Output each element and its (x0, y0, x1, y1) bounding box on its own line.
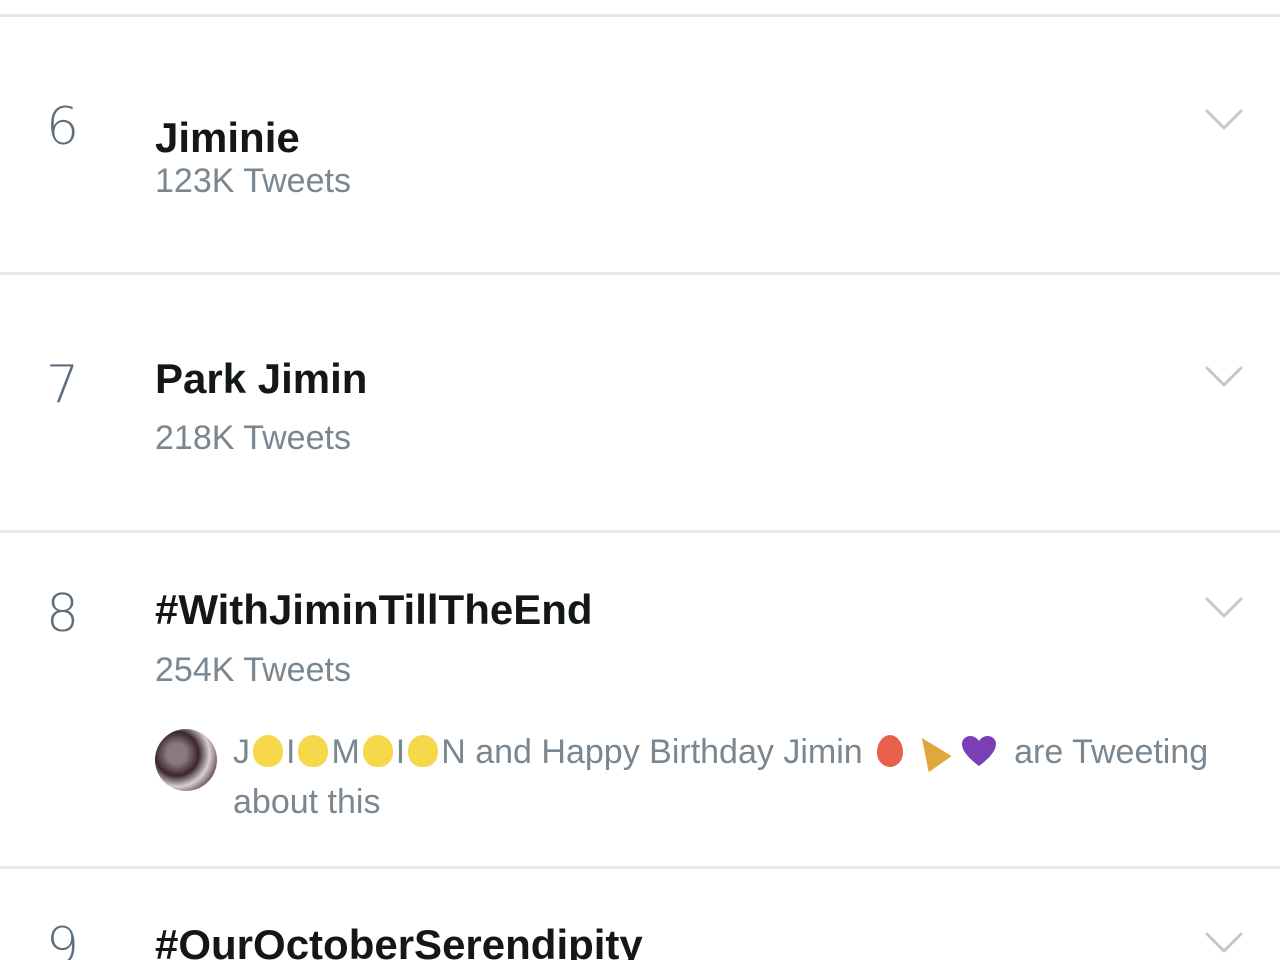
trend-rank: 7 (46, 355, 80, 415)
chick-emoji-icon (408, 735, 439, 768)
chick-emoji-icon (362, 735, 393, 768)
trend-rank: 8 (46, 584, 80, 644)
trend-rank: 9 (46, 917, 80, 960)
balloon-emoji-icon (876, 735, 903, 768)
trend-tweet-count: 254K Tweets (155, 651, 351, 689)
trend-context: JIMIN and Happy Birthday Jimin are Tweet… (155, 727, 1215, 837)
chick-emoji-icon (298, 735, 329, 768)
chevron-down-icon[interactable] (1204, 364, 1244, 390)
context-letter: J (233, 733, 250, 771)
context-text-after: and Happy Birthday Jimin (465, 733, 863, 771)
trend-context-text: JIMIN and Happy Birthday Jimin are Tweet… (233, 727, 1213, 827)
avatar[interactable] (155, 729, 217, 791)
trend-name: Park Jimin (155, 355, 368, 402)
trend-name: #OurOctoberSerendipity (155, 921, 643, 960)
trend-name: #WithJiminTillTheEnd (155, 586, 593, 633)
context-letter: I (286, 733, 296, 771)
trend-item-9[interactable]: 9 #OurOctoberSerendipity (0, 869, 1280, 960)
chevron-down-icon[interactable] (1204, 930, 1244, 956)
trend-item-6[interactable]: 6 Jiminie 123K Tweets (0, 17, 1280, 272)
trend-name: Jiminie (155, 114, 300, 161)
purple-heart-emoji-icon (961, 736, 996, 767)
context-letter: M (331, 733, 360, 771)
trend-tweet-count: 218K Tweets (155, 419, 351, 457)
trend-tweet-count: 123K Tweets (155, 162, 351, 200)
chevron-down-icon[interactable] (1204, 107, 1244, 133)
trend-item-8[interactable]: 8 #WithJiminTillTheEnd 254K Tweets JIMIN… (0, 533, 1280, 866)
trend-item-7[interactable]: 7 Park Jimin 218K Tweets (0, 275, 1280, 530)
chevron-down-icon[interactable] (1204, 595, 1244, 621)
party-popper-emoji-icon (910, 729, 952, 773)
chick-emoji-icon (253, 735, 283, 768)
context-letter: N (441, 733, 466, 771)
trend-rank: 6 (46, 97, 80, 157)
context-letter: I (395, 733, 406, 771)
